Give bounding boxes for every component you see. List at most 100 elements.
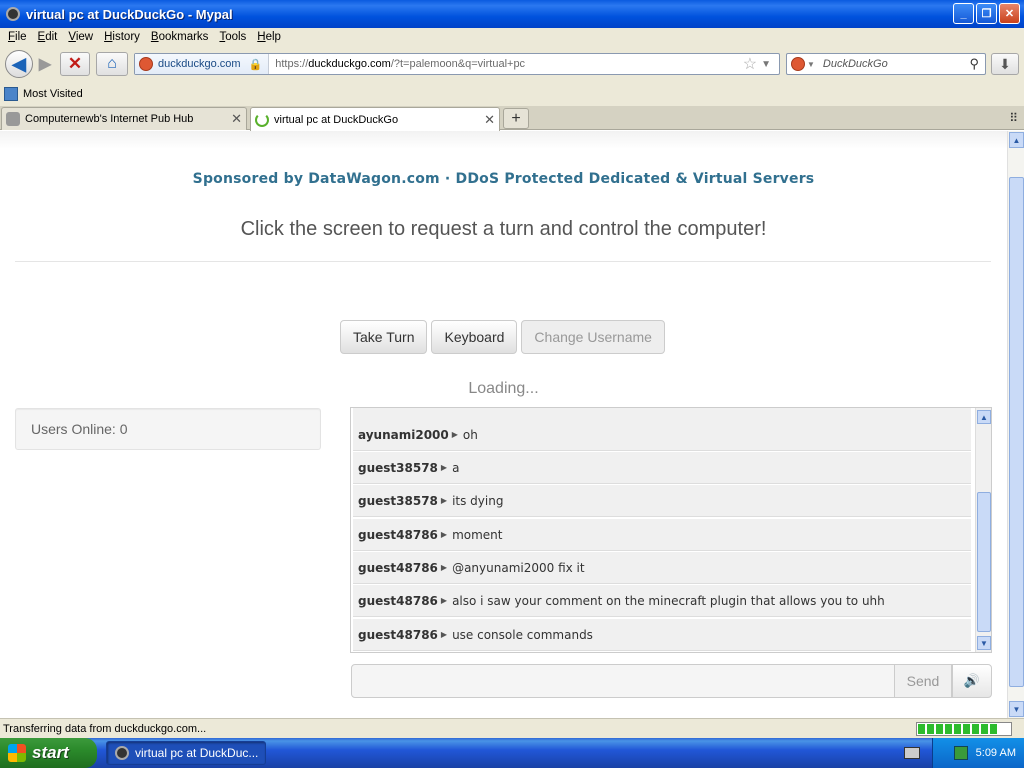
take-turn-button[interactable]: Take Turn <box>340 320 428 354</box>
url-scheme: https:// <box>275 58 309 70</box>
restore-button[interactable]: ❐ <box>976 3 997 24</box>
chat-arrow-icon: ▶ <box>440 630 448 639</box>
chat-username: guest38578 <box>358 460 438 475</box>
tab-virtual-pc[interactable]: virtual pc at DuckDuckGo ✕ <box>250 107 500 131</box>
menu-file[interactable]: File <box>8 31 27 43</box>
start-button[interactable]: start <box>0 738 97 768</box>
chat-message: ayunami2000 ▶ oh <box>353 419 971 451</box>
site-favicon-icon <box>6 112 20 126</box>
tab-title: virtual pc at DuckDuckGo <box>274 113 399 126</box>
window-titlebar[interactable]: virtual pc at DuckDuckGo - Mypal _ ❐ ✕ <box>0 0 1024 28</box>
menu-edit[interactable]: Edit <box>38 31 58 43</box>
search-icon[interactable]: ⚲ <box>969 56 979 72</box>
menu-history[interactable]: History <box>104 31 140 43</box>
chat-username: guest48786 <box>358 627 438 642</box>
menu-bar: File Edit View History Bookmarks Tools H… <box>0 28 1024 46</box>
chat-text: moment <box>452 527 503 542</box>
keyboard-layout-icon[interactable] <box>904 747 920 759</box>
close-tab-icon[interactable]: ✕ <box>484 112 495 128</box>
chat-message: guest48786 ▶ also i saw your comment on th… <box>353 585 971 617</box>
loading-spinner-icon <box>255 112 269 127</box>
back-button[interactable]: ◀ <box>5 50 33 78</box>
url-dropdown-icon[interactable]: ▼ <box>761 59 771 70</box>
progress-segment <box>945 724 952 734</box>
change-username-button[interactable]: Change Username <box>521 320 665 354</box>
site-identity-label: duckduckgo.com <box>158 58 241 70</box>
taskbar: start virtual pc at DuckDuc... 5:09 AM <box>0 738 1024 768</box>
tab-list-icon[interactable]: ⠿ <box>1009 111 1018 125</box>
keyboard-button[interactable]: Keyboard <box>431 320 518 354</box>
menu-view[interactable]: View <box>68 31 93 43</box>
progress-segment <box>918 724 925 734</box>
start-label: start <box>32 743 69 762</box>
speaker-icon: 🔊 <box>963 673 981 688</box>
stop-button[interactable]: ✕ <box>60 52 90 76</box>
forward-button[interactable]: ▶ <box>34 54 56 74</box>
browser-app-icon <box>6 7 20 21</box>
chat-message: guest48786 ▶ moment <box>353 519 971 551</box>
chat-arrow-icon: ▶ <box>440 563 448 572</box>
scroll-up-icon[interactable]: ▲ <box>977 410 991 424</box>
menu-bookmarks[interactable]: Bookmarks <box>151 31 209 43</box>
navigation-toolbar: ◀ ▶ ✕ ⌂ duckduckgo.com 🔒 https://duckduc… <box>0 46 1024 82</box>
chat-scrollbar[interactable]: ▲ ▼ <box>975 408 991 652</box>
tab-strip: Computernewb's Internet Pub Hub ✕ virtua… <box>0 106 1024 131</box>
sound-toggle-button[interactable]: 🔊 <box>952 664 992 698</box>
close-button[interactable]: ✕ <box>999 3 1020 24</box>
network-icon[interactable] <box>953 746 968 760</box>
page-headline: Click the screen to request a turn and c… <box>240 218 767 240</box>
chat-log[interactable]: ayunami2000 ▶ oh guest38578 ▶ a guest38578 ▶ i… <box>350 407 992 653</box>
new-tab-button[interactable]: + <box>503 108 529 129</box>
address-bar[interactable]: duckduckgo.com 🔒 https://duckduckgo.com/… <box>134 53 780 75</box>
chat-text: oh <box>462 427 478 442</box>
page-scrollbar[interactable]: ▲ ▼ <box>1007 131 1024 718</box>
downloads-button[interactable]: ⬇ <box>991 53 1019 75</box>
scroll-down-icon[interactable]: ▼ <box>1009 701 1024 717</box>
bookmark-label: Most Visited <box>23 88 83 100</box>
bookmark-most-visited[interactable]: Most Visited <box>4 87 83 101</box>
chat-username: guest48786 <box>358 593 438 608</box>
status-bar: Transferring data from duckduckgo.com... <box>0 718 1024 738</box>
chat-username: guest38578 <box>358 493 438 508</box>
page-scroll-thumb[interactable] <box>1009 177 1024 687</box>
bookmark-star-icon[interactable]: ☆ <box>743 54 757 74</box>
menu-tools[interactable]: Tools <box>219 31 246 43</box>
search-engine-dropdown-icon[interactable]: ▼ <box>807 60 815 69</box>
chat-message: guest38578 ▶ its dying <box>353 485 971 517</box>
send-button[interactable]: Send <box>894 664 952 698</box>
sponsor-link[interactable]: Sponsored by DataWagon.com · DDoS Protec… <box>0 171 1007 187</box>
lock-icon: 🔒 <box>248 58 263 71</box>
folder-icon <box>4 87 18 101</box>
url-text[interactable]: https://duckduckgo.com/?t=palemoon&q=vir… <box>269 58 743 70</box>
minimize-button[interactable]: _ <box>953 3 974 24</box>
chat-scroll-thumb[interactable] <box>977 492 991 632</box>
clock[interactable]: 5:09 AM <box>976 747 1016 759</box>
status-text: Transferring data from duckduckgo.com... <box>3 722 207 735</box>
taskbar-item-browser[interactable]: virtual pc at DuckDuc... <box>106 741 266 765</box>
chat-username: guest48786 <box>358 527 438 542</box>
chat-username: ayunami2000 <box>358 427 449 442</box>
chat-arrow-icon: ▶ <box>440 496 448 505</box>
progress-segment <box>936 724 943 734</box>
home-button[interactable]: ⌂ <box>96 52 128 76</box>
window-controls: _ ❐ ✕ <box>953 3 1020 24</box>
site-identity-button[interactable]: duckduckgo.com 🔒 <box>135 54 270 74</box>
chat-message: guest48786 ▶ @anyunami2000 fix it <box>353 552 971 584</box>
chat-message: guest48786 ▶ use console commands <box>353 619 971 651</box>
scroll-down-icon[interactable]: ▼ <box>977 636 991 650</box>
scroll-up-icon[interactable]: ▲ <box>1009 132 1024 148</box>
windows-logo-icon <box>8 744 26 762</box>
search-input[interactable]: DuckDuckGo <box>823 58 970 70</box>
close-tab-icon[interactable]: ✕ <box>231 111 242 127</box>
tab-computernewb[interactable]: Computernewb's Internet Pub Hub ✕ <box>1 107 247 130</box>
page-content: Sponsored by DataWagon.com · DDoS Protec… <box>0 131 1007 718</box>
menu-help[interactable]: Help <box>257 31 281 43</box>
window-title: virtual pc at DuckDuckGo - Mypal <box>26 6 233 22</box>
divider <box>15 261 991 262</box>
chat-input[interactable] <box>351 664 895 698</box>
search-bar[interactable]: ▼ DuckDuckGo ⚲ <box>786 53 986 75</box>
progress-segment <box>954 724 961 734</box>
duckduckgo-favicon-icon <box>139 57 153 71</box>
chat-arrow-icon: ▶ <box>440 596 448 605</box>
search-engine-icon[interactable] <box>791 57 805 71</box>
